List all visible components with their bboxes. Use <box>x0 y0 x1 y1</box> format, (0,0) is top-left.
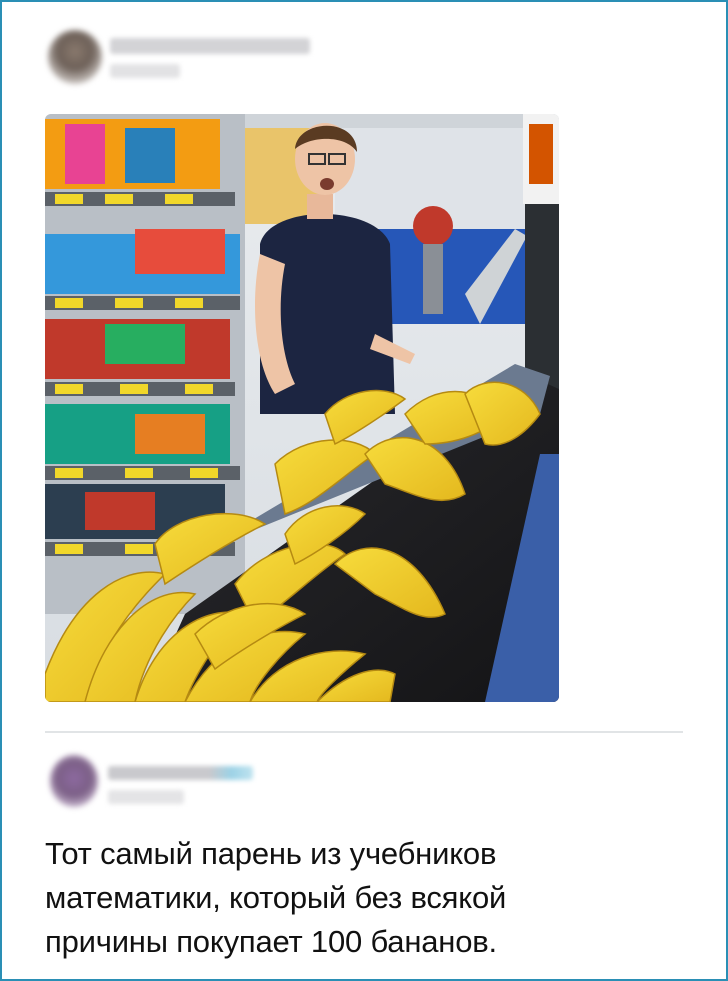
reply-text: Тот самый парень из учебников математики… <box>45 832 685 964</box>
author-name-blurred[interactable] <box>110 38 310 54</box>
reply-text-line: причины покупает 100 бананов. <box>45 924 497 959</box>
avatar[interactable] <box>50 755 98 807</box>
author-handle-blurred <box>110 64 180 78</box>
author-name-blurred[interactable] <box>108 766 253 780</box>
banana-checkout-image <box>45 114 559 702</box>
divider <box>45 731 683 733</box>
author-handle-blurred <box>108 790 184 804</box>
reply-text-line: Тот самый парень из учебников <box>45 836 497 871</box>
reply-text-line: математики, который без всякой <box>45 880 507 915</box>
post-photo[interactable] <box>45 114 559 702</box>
shelf-products <box>45 119 240 556</box>
avatar[interactable] <box>48 30 102 84</box>
